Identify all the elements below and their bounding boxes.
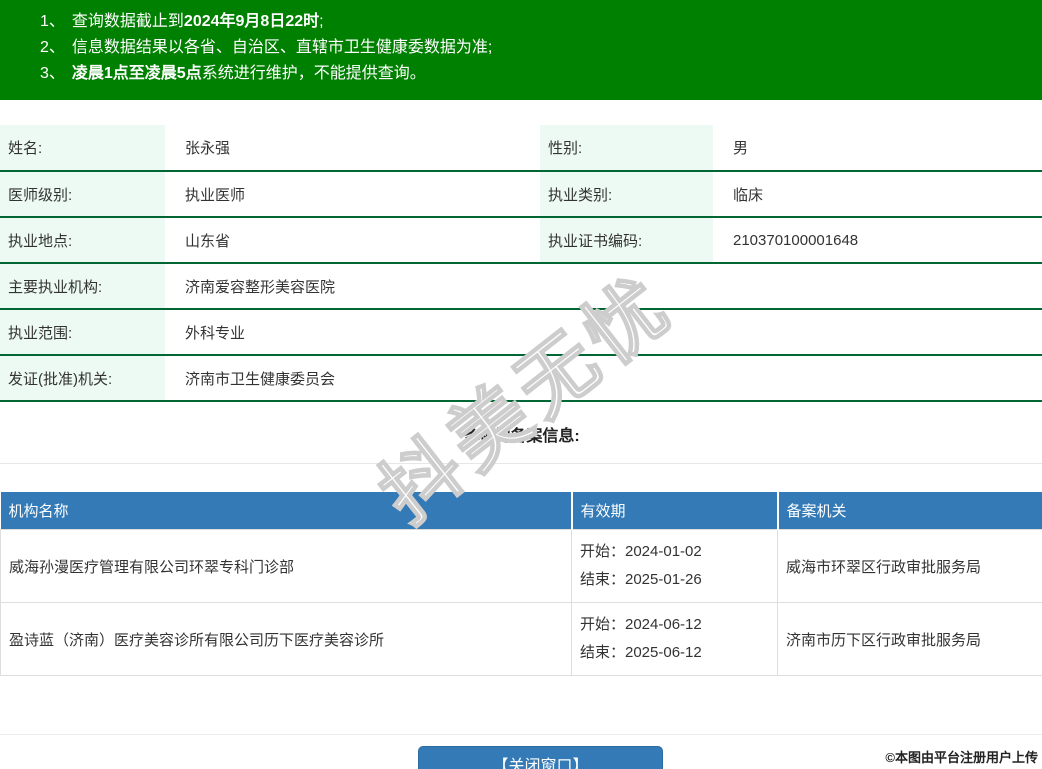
field-label-main-org: 主要执业机构:	[0, 263, 165, 309]
close-window-button[interactable]: 【关闭窗口】	[418, 746, 663, 769]
info-row-location-certno: 执业地点: 山东省 执业证书编码: 210370100001648	[0, 217, 1042, 263]
notice-text-bold: 凌晨1点至凌晨5点	[71, 65, 202, 82]
field-value-name: 张永强	[185, 140, 231, 157]
field-value-scope: 外科专业	[185, 324, 246, 342]
copyright-watermark: ©本图由平台注册用户上传	[885, 750, 1038, 765]
notice-text: 查询数据截止到	[71, 13, 184, 30]
validity-start: 开始：2024-01-02	[580, 543, 702, 560]
filing-authority: 济南市历下区行政审批服务局	[777, 602, 1042, 676]
field-label-gender: 性别:	[540, 125, 713, 171]
info-row-main-org: 主要执业机构: 济南爱容整形美容医院	[0, 263, 1042, 309]
notice-text-bold: 2024年9月8日22时	[183, 13, 320, 30]
column-header-validity: 有效期	[570, 492, 778, 530]
section-title-multi-org-filing: 多机构备案信息:	[462, 428, 580, 445]
notice-text: 系统进行维护，不能提供查询。	[201, 65, 426, 82]
filing-row: 威海孙漫医疗管理有限公司环翠专科门诊部 开始：2024-01-02 结束：202…	[0, 529, 1042, 603]
filing-header-row: 机构名称 有效期 备案机关	[0, 492, 1042, 530]
field-label-level: 医师级别:	[0, 171, 165, 217]
field-label-category: 执业类别:	[540, 171, 713, 217]
notice-number: 2、	[40, 39, 65, 56]
notice-line-2: 2、 信息数据结果以各省、自治区、直辖市卫生健康委数据为准;	[40, 35, 1022, 61]
filing-table: 机构名称 有效期 备案机关 威海孙漫医疗管理有限公司环翠专科门诊部 开始：202…	[0, 492, 1042, 676]
notice-text: 信息数据结果以各省、自治区、直辖市卫生健康委数据为准;	[71, 39, 493, 56]
column-header-filing-authority: 备案机关	[776, 492, 1042, 530]
filing-org-name: 盈诗蓝（济南）医疗美容诊所有限公司历下医疗美容诊所	[0, 602, 572, 676]
practitioner-info-table: 姓名: 张永强 性别: 男 医师级别: 执业医师 执业类别: 临床 执业地点: …	[0, 125, 1042, 402]
notice-number: 1、	[40, 13, 65, 30]
filing-row: 盈诗蓝（济南）医疗美容诊所有限公司历下医疗美容诊所 开始：2024-06-12 …	[0, 602, 1042, 676]
field-label-cert-no: 执业证书编码:	[540, 217, 713, 263]
field-value-issuing-authority: 济南市卫生健康委员会	[185, 370, 336, 388]
field-label-scope: 执业范围:	[0, 309, 165, 355]
field-label-location: 执业地点:	[0, 217, 165, 263]
field-value-category: 临床	[733, 186, 764, 204]
field-value-main-org: 济南爱容整形美容医院	[185, 278, 336, 296]
notice-banner: 1、 查询数据截止到2024年9月8日22时; 2、 信息数据结果以各省、自治区、直…	[0, 0, 1042, 100]
notice-text: ;	[319, 13, 324, 30]
notice-number: 3、	[40, 65, 65, 82]
validity-start: 开始：2024-06-12	[580, 616, 702, 633]
query-result-page: 1、 查询数据截止到2024年9月8日22时; 2、 信息数据结果以各省、自治区、直…	[0, 0, 1042, 769]
field-value-cert-no: 210370100001648	[733, 231, 859, 249]
field-label-name: 姓名:	[0, 125, 165, 171]
footer-divider	[0, 734, 1042, 735]
info-row-level-category: 医师级别: 执业医师 执业类别: 临床	[0, 171, 1042, 217]
notice-line-1: 1、 查询数据截止到2024年9月8日22时;	[40, 9, 1022, 35]
filing-org-name: 威海孙漫医疗管理有限公司环翠专科门诊部	[0, 529, 572, 603]
validity-end: 结束：2025-01-26	[580, 571, 702, 588]
field-value-level: 执业医师	[185, 186, 246, 204]
validity-end: 结束：2025-06-12	[580, 644, 702, 661]
section-divider	[0, 463, 1042, 464]
field-value-gender: 男	[733, 140, 749, 157]
filing-authority: 威海市环翠区行政审批服务局	[777, 529, 1042, 603]
notice-line-3: 3、 凌晨1点至凌晨5点系统进行维护，不能提供查询。	[40, 61, 1022, 87]
filing-validity: 开始：2024-06-12 结束：2025-06-12	[571, 602, 778, 676]
filing-validity: 开始：2024-01-02 结束：2025-01-26	[571, 529, 778, 603]
column-header-org-name: 机构名称	[0, 492, 572, 530]
info-row-scope: 执业范围: 外科专业	[0, 309, 1042, 355]
field-label-issuing-authority: 发证(批准)机关:	[0, 355, 165, 401]
info-row-issuing-authority: 发证(批准)机关: 济南市卫生健康委员会	[0, 355, 1042, 401]
info-row-name-gender: 姓名: 张永强 性别: 男	[0, 125, 1042, 171]
field-value-location: 山东省	[185, 232, 231, 250]
